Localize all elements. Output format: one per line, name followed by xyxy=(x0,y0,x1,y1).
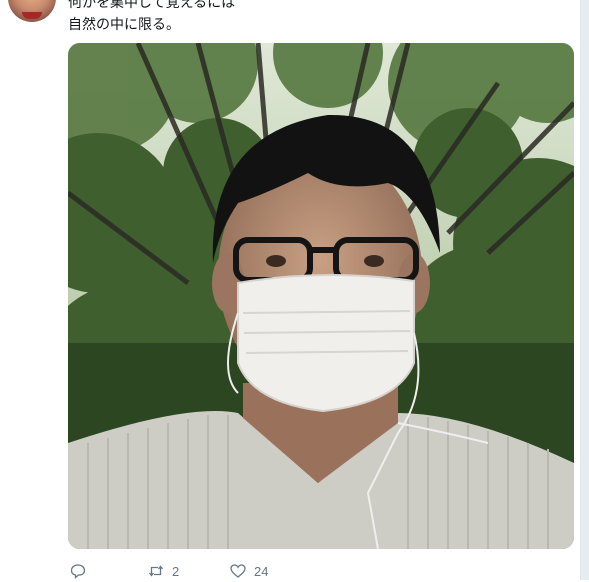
like-button[interactable]: 24 xyxy=(230,560,268,582)
heart-icon xyxy=(230,564,246,578)
retweet-count: 2 xyxy=(172,563,180,579)
tweet-text: 何かを集中して覚えるには 自然の中に限る。 xyxy=(68,0,548,36)
avatar-mouth xyxy=(22,12,42,19)
retweet-button[interactable]: 2 xyxy=(148,560,179,582)
like-count: 24 xyxy=(254,563,269,579)
timeline-border xyxy=(580,0,589,580)
tweet-text-line-2: 自然の中に限る。 xyxy=(68,17,180,33)
avatar[interactable] xyxy=(8,0,56,22)
reply-icon xyxy=(70,564,86,579)
selfie-in-forest-image xyxy=(68,43,574,549)
tweet-text-line-1: 何かを集中して覚えるには xyxy=(68,0,236,11)
retweet-icon xyxy=(148,565,164,577)
tweet-photo[interactable] xyxy=(68,43,574,549)
reply-button[interactable] xyxy=(70,560,94,582)
tweet-actions: 2 24 xyxy=(68,560,508,582)
